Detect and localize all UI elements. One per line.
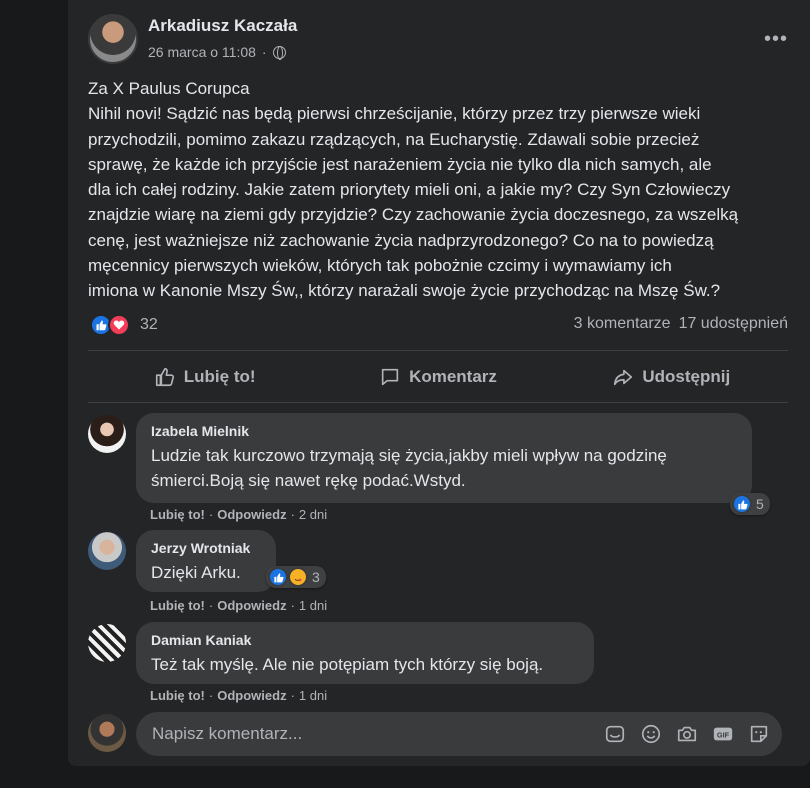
like-label: Lubię to! bbox=[183, 367, 256, 386]
share-button[interactable]: Udostępnij bbox=[555, 354, 788, 400]
shares-count[interactable]: 17 udostępnień bbox=[679, 315, 788, 333]
camera-icon[interactable] bbox=[676, 723, 698, 745]
current-user-avatar[interactable] bbox=[88, 714, 126, 752]
comment-button[interactable]: Komentarz bbox=[321, 354, 554, 400]
comment-actions: Lubię to! · Odpowiedz · 1 dni bbox=[150, 688, 327, 703]
separator: · bbox=[208, 598, 214, 613]
comment-actions: Lubię to! · Odpowiedz · 2 dni bbox=[150, 507, 327, 522]
comment-item: Damian Kaniak Też tak myślę. Ale nie pot… bbox=[88, 622, 788, 708]
comment-reactions[interactable]: 5 bbox=[730, 493, 770, 515]
comment-bubble: Izabela Mielnik Ludzie tak kurczowo trzy… bbox=[136, 413, 752, 503]
reaction-count: 32 bbox=[140, 316, 158, 333]
comment-reply-link[interactable]: Odpowiedz bbox=[217, 507, 286, 522]
gif-icon[interactable]: GIF bbox=[712, 723, 734, 745]
post-meta: 26 marca o 11:08 · bbox=[148, 44, 286, 60]
post-stats: 32 3 komentarze 17 udostępnień bbox=[88, 312, 788, 338]
comment-composer: GIF bbox=[88, 712, 788, 756]
post-timestamp[interactable]: 26 marca o 11:08 bbox=[148, 44, 256, 60]
more-options-button[interactable]: ••• bbox=[764, 28, 788, 51]
post-actions: Lubię to! Komentarz Udostępnij bbox=[88, 354, 788, 400]
love-reaction-icon bbox=[108, 314, 130, 336]
comment-time[interactable]: 2 dni bbox=[299, 507, 327, 522]
care-reaction-icon bbox=[288, 567, 308, 587]
share-icon bbox=[614, 369, 633, 386]
comment-item: Izabela Mielnik Ludzie tak kurczowo trzy… bbox=[88, 413, 788, 525]
separator: · bbox=[290, 598, 295, 613]
post-header: Arkadiusz Kaczała 26 marca o 11:08 · ••• bbox=[88, 14, 788, 66]
globe-icon bbox=[272, 45, 286, 60]
emoji-icon[interactable] bbox=[640, 723, 662, 745]
commenter-avatar[interactable] bbox=[88, 532, 126, 570]
separator: · bbox=[208, 507, 214, 522]
post-card: Arkadiusz Kaczała 26 marca o 11:08 · •••… bbox=[68, 0, 810, 766]
comment-label: Komentarz bbox=[409, 367, 497, 386]
comment-like-link[interactable]: Lubię to! bbox=[150, 507, 205, 522]
comment-like-link[interactable]: Lubię to! bbox=[150, 598, 205, 613]
comment-reactions[interactable]: 3 bbox=[266, 566, 326, 588]
like-button[interactable]: Lubię to! bbox=[88, 354, 321, 400]
reactions-summary[interactable]: 32 bbox=[90, 314, 158, 336]
svg-text:GIF: GIF bbox=[717, 731, 730, 740]
commenter-name[interactable]: Damian Kaniak bbox=[151, 631, 580, 649]
thumbs-up-icon bbox=[155, 367, 174, 387]
sticker-icon[interactable] bbox=[604, 723, 626, 745]
like-reaction-icon bbox=[268, 567, 288, 587]
comment-time[interactable]: 1 dni bbox=[299, 688, 327, 703]
author-avatar[interactable] bbox=[88, 14, 138, 64]
comment-item: Jerzy Wrotniak Dzięki Arku. 3 Lubię to! ·… bbox=[88, 530, 788, 618]
comment-reply-link[interactable]: Odpowiedz bbox=[217, 688, 286, 703]
share-label: Udostępnij bbox=[642, 367, 731, 386]
author-name[interactable]: Arkadiusz Kaczała bbox=[148, 16, 297, 36]
divider-bottom bbox=[88, 402, 788, 403]
comment-bubble: Jerzy Wrotniak Dzięki Arku. bbox=[136, 530, 276, 592]
commenter-name[interactable]: Jerzy Wrotniak bbox=[151, 539, 262, 557]
composer-icons: GIF bbox=[604, 723, 770, 745]
comment-like-link[interactable]: Lubię to! bbox=[150, 688, 205, 703]
engagement-counts: 3 komentarze 17 udostępnień bbox=[574, 315, 788, 333]
commenter-name[interactable]: Izabela Mielnik bbox=[151, 422, 738, 440]
comment-reply-link[interactable]: Odpowiedz bbox=[217, 598, 286, 613]
comment-text: Ludzie tak kurczowo trzymają się życia,j… bbox=[151, 446, 667, 490]
like-reaction-icon bbox=[732, 494, 752, 514]
comment-text: Dzięki Arku. bbox=[151, 563, 241, 582]
separator: · bbox=[208, 688, 214, 703]
commenter-avatar[interactable] bbox=[88, 415, 126, 453]
commenter-avatar[interactable] bbox=[88, 624, 126, 662]
comment-text: Też tak myślę. Ale nie potępiam tych któ… bbox=[151, 655, 544, 674]
divider-top bbox=[88, 350, 788, 351]
comment-reaction-count: 5 bbox=[756, 496, 764, 512]
comment-bubble: Damian Kaniak Też tak myślę. Ale nie pot… bbox=[136, 622, 594, 684]
comment-time[interactable]: 1 dni bbox=[299, 598, 327, 613]
post-body: Za X Paulus Corupca Nihil novi! Sądzić n… bbox=[88, 79, 739, 301]
meta-separator: · bbox=[261, 44, 267, 60]
comment-icon bbox=[381, 368, 399, 386]
sticker-pack-icon[interactable] bbox=[748, 723, 770, 745]
separator: · bbox=[290, 507, 295, 522]
separator: · bbox=[290, 688, 295, 703]
comments-count[interactable]: 3 komentarze bbox=[574, 315, 671, 333]
comment-actions: Lubię to! · Odpowiedz · 1 dni bbox=[150, 598, 327, 613]
comment-reaction-count: 3 bbox=[312, 569, 320, 585]
